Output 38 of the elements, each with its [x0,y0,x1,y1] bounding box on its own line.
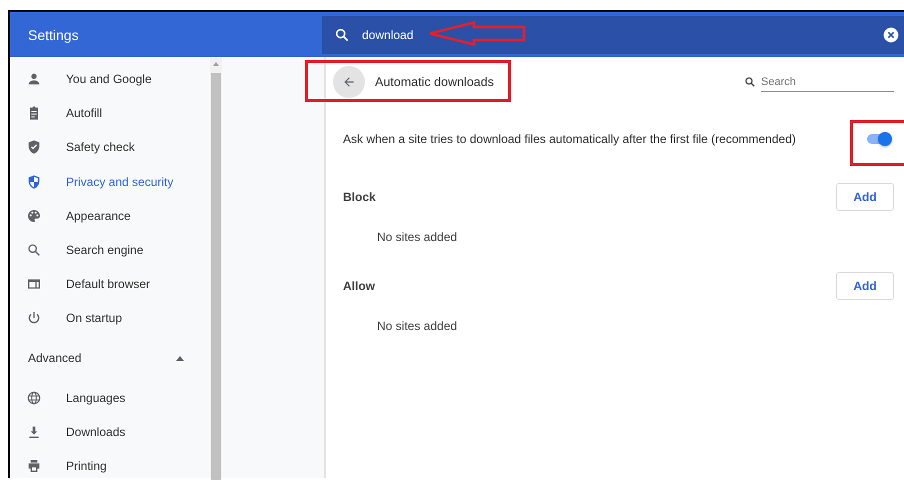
sidebar-item[interactable]: You and Google [10,62,210,96]
sidebar-item[interactable]: Languages [10,380,210,415]
page-title: Automatic downloads [375,75,495,89]
item-icon [26,174,42,190]
settings-title: Settings [27,26,80,42]
sidebar-item[interactable]: Default browser [10,267,210,302]
item-icon [26,242,42,258]
advanced-heading[interactable]: Advanced [28,351,82,365]
item-icon [26,458,42,474]
sidebar-item[interactable]: Privacy and security [10,164,210,199]
sidebar-item[interactable]: Search engine [10,232,210,268]
add-button[interactable]: Add [836,183,894,211]
sidebar-item[interactable]: On startup [10,301,210,336]
section-heading: Allow [343,279,375,293]
back-icon [342,75,356,89]
scroll-arrow-icon[interactable] [213,62,219,66]
add-button[interactable]: Add [836,272,894,300]
toggle-switch[interactable] [866,132,892,146]
empty-message: No sites added [377,319,458,333]
sidebar-item[interactable]: Appearance [10,198,210,233]
caret-icon[interactable] [176,356,184,360]
sidebar-item[interactable]: Safety check [10,130,210,165]
search-icon [744,76,756,88]
sidebar-item[interactable]: Printing [10,448,210,480]
clear-icon[interactable] [883,26,899,42]
item-icon [26,390,42,406]
scrollbar[interactable] [210,57,222,478]
item-icon [26,208,42,224]
search-field[interactable]: download [322,16,904,54]
item-icon [26,139,42,156]
section-heading: Block [343,190,376,204]
empty-message: No sites added [377,230,458,244]
annotation-box [850,120,904,166]
sidebar-item[interactable]: Autofill [10,96,210,130]
item-icon [26,71,42,88]
sidebar-item[interactable]: Downloads [10,414,210,449]
setting-label: Ask when a site tries to download files automatically after the first file (recommended) [343,132,797,146]
back-button[interactable] [333,66,365,98]
